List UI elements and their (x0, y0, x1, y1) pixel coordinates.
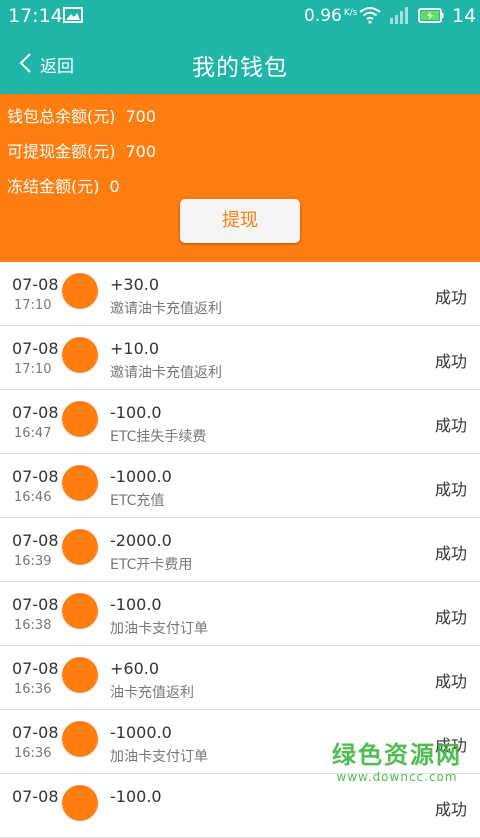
total-balance-label: 钱包总余额(元) (7, 107, 116, 126)
transaction-amount: +10.0 (110, 339, 160, 358)
transaction-description: ETC充值 (110, 493, 165, 509)
transaction-description: 邀请油卡充值返利 (110, 301, 222, 317)
transaction-description: ETC挂失手续费 (110, 429, 207, 445)
transaction-amount: +30.0 (110, 275, 160, 294)
transaction-row[interactable]: 07-08 16:38 -100.0 加油卡支付订单 成功 (0, 582, 480, 646)
transaction-status: 成功 (434, 352, 467, 371)
transaction-date: 07-08 (12, 275, 59, 294)
withdrawable-balance-label: 可提现金额(元) (7, 142, 116, 161)
withdraw-button[interactable]: 提现 (180, 199, 300, 243)
transaction-time: 16:36 (14, 746, 52, 761)
transaction-status: 成功 (434, 672, 467, 691)
transaction-amount: +60.0 (110, 659, 160, 678)
transaction-description: 加油卡支付订单 (110, 749, 208, 765)
transaction-date: 07-08 (12, 659, 59, 678)
balance-panel: 钱包总余额(元) 700 可提现金额(元) 700 冻结金额(元) 0 提现 (0, 94, 480, 262)
transaction-time: 16:46 (14, 490, 52, 505)
network-speed: 0.96 K/s (304, 6, 358, 26)
transaction-time: 17:10 (14, 362, 52, 377)
transaction-description: 加油卡支付订单 (110, 621, 208, 637)
transaction-time: 16:36 (14, 682, 52, 697)
transaction-type-icon (62, 401, 98, 437)
frozen-balance-value: 0 (109, 177, 120, 196)
frozen-balance: 冻结金额(元) 0 (7, 173, 120, 197)
transaction-time: 16:39 (14, 554, 52, 569)
transaction-status: 成功 (434, 544, 467, 563)
transaction-time: 16:47 (14, 426, 52, 441)
transaction-date: 07-08 (12, 595, 59, 614)
transaction-date: 07-08 (12, 403, 59, 422)
transaction-row[interactable]: 07-08 17:10 +10.0 邀请油卡充值返利 成功 (0, 326, 480, 390)
image-icon (63, 7, 83, 23)
battery-level: 14 (452, 5, 477, 27)
transaction-date: 07-08 (12, 723, 59, 742)
transaction-type-icon (62, 529, 98, 565)
transaction-amount: -100.0 (110, 787, 162, 806)
transaction-amount: -100.0 (110, 403, 162, 422)
transaction-type-icon (62, 721, 98, 757)
withdrawable-balance-value: 700 (125, 142, 157, 161)
watermark: 绿色资源网 www.downcc.com (332, 735, 462, 784)
transaction-type-icon (62, 273, 98, 309)
signal-icon (390, 7, 408, 24)
transaction-description: 油卡充值返利 (110, 685, 194, 701)
transaction-date: 07-08 (12, 531, 59, 550)
wifi-icon (359, 7, 381, 24)
page-title: 我的钱包 (192, 55, 288, 81)
transaction-amount: -1000.0 (110, 723, 172, 742)
transaction-type-icon (62, 785, 98, 821)
transaction-type-icon (62, 465, 98, 501)
withdrawable-balance: 可提现金额(元) 700 (7, 138, 156, 162)
transaction-row[interactable]: 07-08 16:46 -1000.0 ETC充值 成功 (0, 454, 480, 518)
nav-bar: 返回 我的钱包 (0, 32, 480, 94)
transaction-amount: -100.0 (110, 595, 162, 614)
transaction-date: 07-08 (12, 467, 59, 486)
battery-icon (418, 8, 444, 23)
transaction-row[interactable]: 07-08 16:39 -2000.0 ETC开卡费用 成功 (0, 518, 480, 582)
status-bar: 17:14 0.96 K/s 14 (0, 0, 480, 32)
transaction-row[interactable]: 07-08 16:36 +60.0 油卡充值返利 成功 (0, 646, 480, 710)
transaction-amount: -2000.0 (110, 531, 172, 550)
transaction-time: 17:10 (14, 298, 52, 313)
transaction-type-icon (62, 657, 98, 693)
transaction-status: 成功 (434, 608, 467, 627)
transaction-type-icon (62, 593, 98, 629)
transaction-row[interactable]: 07-08 16:47 -100.0 ETC挂失手续费 成功 (0, 390, 480, 454)
transaction-amount: -1000.0 (110, 467, 172, 486)
transaction-status: 成功 (434, 288, 467, 307)
total-balance-value: 700 (125, 107, 157, 126)
transaction-status: 成功 (434, 480, 467, 499)
transaction-row[interactable]: 07-08 17:10 +30.0 邀请油卡充值返利 成功 (0, 262, 480, 326)
watermark-text: 绿色资源网 (332, 741, 462, 769)
frozen-balance-label: 冻结金额(元) (7, 177, 100, 196)
transaction-type-icon (62, 337, 98, 373)
transaction-date: 07-08 (12, 787, 59, 806)
transaction-status: 成功 (434, 416, 467, 435)
transaction-date: 07-08 (12, 339, 59, 358)
transaction-description: 邀请油卡充值返利 (110, 365, 222, 381)
transaction-description: ETC开卡费用 (110, 557, 193, 573)
transaction-time: 16:38 (14, 618, 52, 633)
status-time: 17:14 (8, 5, 63, 27)
watermark-url: www.downcc.com (336, 770, 458, 784)
total-balance: 钱包总余额(元) 700 (7, 103, 156, 127)
